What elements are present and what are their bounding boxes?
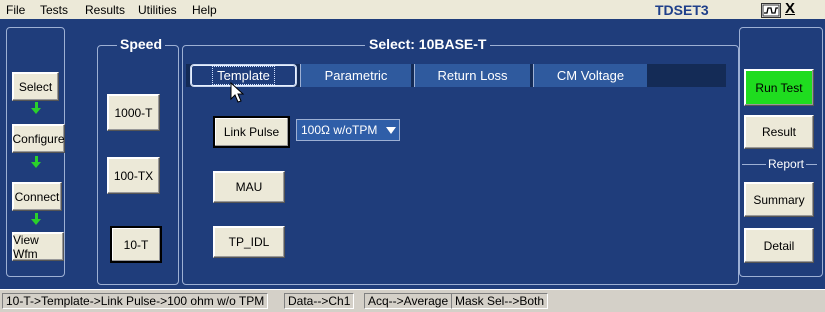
mau-button[interactable]: MAU [213, 171, 285, 203]
run-test-button[interactable]: Run Test [744, 69, 814, 106]
speed-10t-button[interactable]: 10-T [110, 226, 162, 263]
select-step-button[interactable]: Select [12, 72, 59, 101]
tp-idl-button[interactable]: TP_IDL [213, 226, 285, 258]
dropdown-caret-icon [386, 127, 396, 134]
status-acquisition: Acq-->Average [364, 293, 453, 309]
tab-cm-voltage[interactable]: CM Voltage [533, 64, 647, 87]
menu-bar: File Tests Results Utilities Help TDSET3… [0, 0, 825, 20]
detail-button[interactable]: Detail [744, 228, 814, 263]
status-bar: 10-T->Template->Link Pulse->100 ohm w/o … [0, 289, 825, 312]
status-mask: Mask Sel-->Both [451, 293, 549, 309]
report-title: Report [766, 157, 807, 171]
connect-step-button[interactable]: Connect [12, 182, 62, 211]
status-test-path: 10-T->Template->Link Pulse->100 ohm w/o … [2, 293, 269, 309]
speed-100tx-button[interactable]: 100-TX [107, 157, 160, 194]
app-title: TDSET3 [655, 2, 709, 18]
status-data: Data-->Ch1 [284, 293, 355, 309]
link-pulse-option-select[interactable]: 100Ω w/oTPM [296, 119, 400, 141]
link-pulse-button[interactable]: Link Pulse [213, 116, 290, 148]
mouse-pointer-icon [230, 82, 245, 103]
speed-1000t-button[interactable]: 1000-T [107, 94, 160, 131]
menu-help[interactable]: Help [192, 3, 217, 17]
menu-utilities[interactable]: Utilities [138, 3, 177, 17]
waveform-window-icon[interactable] [761, 3, 781, 18]
menu-tests[interactable]: Tests [40, 3, 68, 17]
menu-results[interactable]: Results [85, 3, 125, 17]
speed-title: Speed [117, 36, 166, 52]
summary-button[interactable]: Summary [744, 182, 814, 217]
tab-cm-voltage-label: CM Voltage [556, 68, 625, 83]
select-title: Select: 10BASE-T [365, 36, 491, 52]
tab-parametric[interactable]: Parametric [300, 64, 411, 87]
close-button[interactable]: X [785, 0, 795, 17]
link-pulse-option-value: 100Ω w/oTPM [301, 123, 378, 137]
configure-step-button[interactable]: Configure [12, 124, 65, 153]
view-waveform-step-button[interactable]: View Wfm [12, 232, 64, 261]
tab-return-loss-label: Return Loss [437, 68, 508, 83]
tab-parametric-label: Parametric [324, 68, 388, 83]
result-button[interactable]: Result [744, 115, 814, 149]
menu-file[interactable]: File [6, 3, 25, 17]
tab-return-loss[interactable]: Return Loss [414, 64, 530, 87]
